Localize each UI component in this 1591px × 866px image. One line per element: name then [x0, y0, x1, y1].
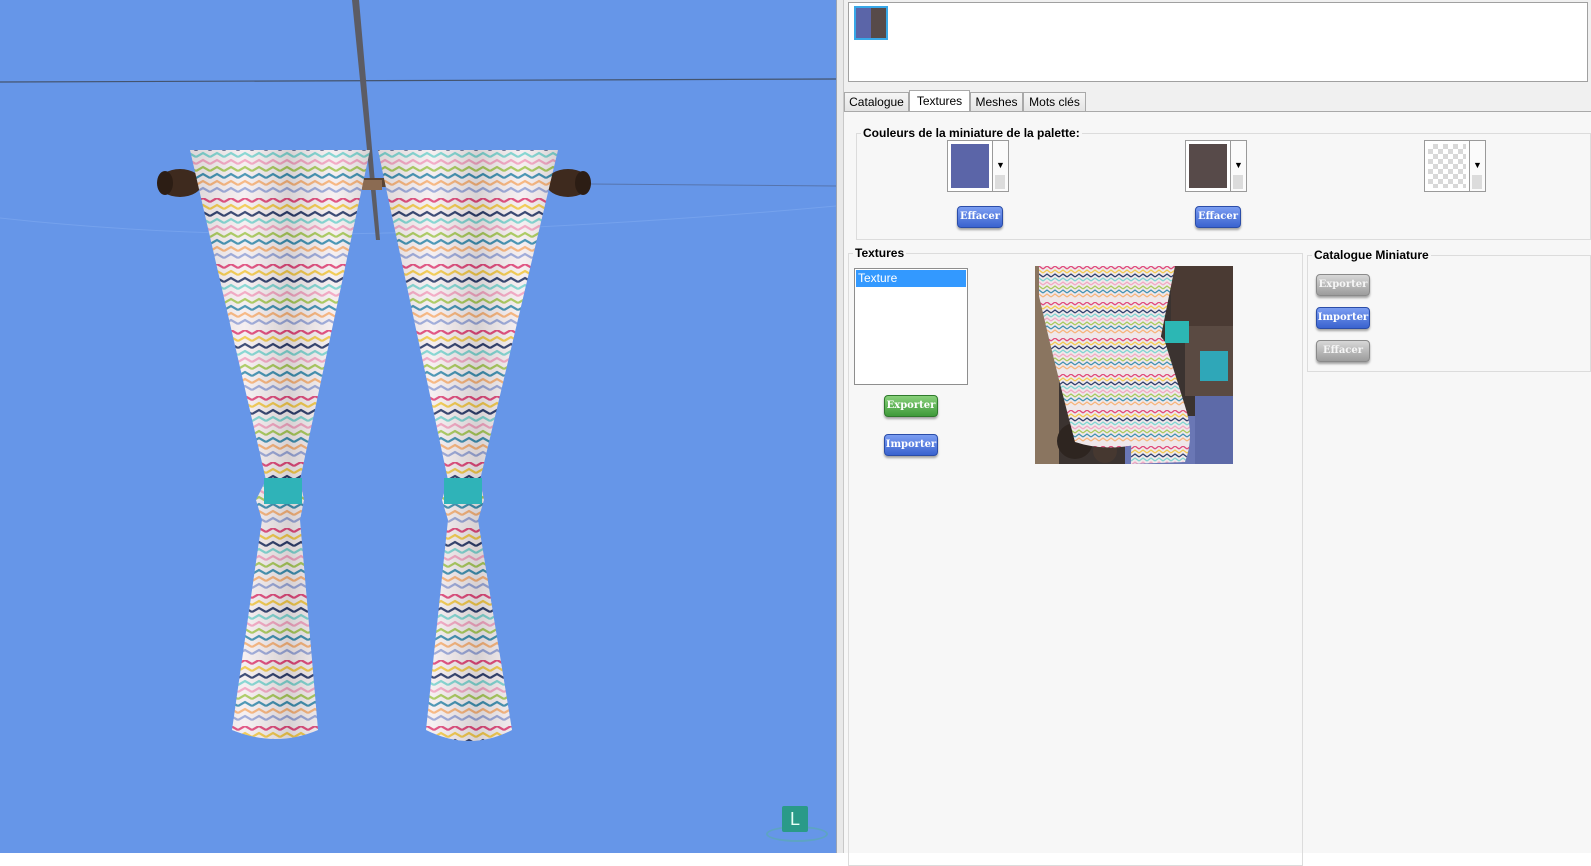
- swatch-color-2: [871, 8, 886, 38]
- textures-list[interactable]: Texture: [854, 268, 968, 385]
- catalogue-clear-button[interactable]: Effacer: [1316, 340, 1370, 362]
- catalogue-thumbnail-legend: Catalogue Miniature: [1314, 248, 1429, 262]
- tab-textures[interactable]: Textures: [909, 90, 970, 113]
- texture-preview-image: [1035, 266, 1233, 464]
- right-curtain: [378, 150, 558, 741]
- palette-color-2-clear-button[interactable]: Effacer: [1195, 206, 1241, 228]
- textures-legend: Textures: [855, 246, 905, 260]
- swatch-color-1: [856, 8, 871, 38]
- palette-color-1-swatch[interactable]: [947, 140, 993, 192]
- swatch-thumbnail[interactable]: [854, 6, 888, 40]
- lighting-mode-icon[interactable]: L: [782, 806, 808, 832]
- tab-catalogue[interactable]: Catalogue: [844, 92, 909, 112]
- 3d-viewport[interactable]: L: [0, 0, 836, 853]
- chevron-down-icon[interactable]: ▼: [1470, 140, 1486, 192]
- palette-color-3-swatch[interactable]: [1424, 140, 1470, 192]
- curtain-3d-model: [0, 0, 836, 741]
- tab-meshes[interactable]: Meshes: [970, 92, 1023, 112]
- left-curtain: [190, 150, 370, 739]
- tab-keywords[interactable]: Mots clés: [1023, 92, 1086, 112]
- swatch-strip: [848, 2, 1588, 82]
- chevron-down-icon[interactable]: ▼: [1231, 140, 1247, 192]
- palette-color-2[interactable]: ▼: [1185, 140, 1247, 192]
- palette-color-2-swatch[interactable]: [1185, 140, 1231, 192]
- catalogue-export-button[interactable]: Exporter: [1316, 274, 1370, 296]
- textures-export-button[interactable]: Exporter: [884, 395, 938, 417]
- palette-color-1-clear-button[interactable]: Effacer: [957, 206, 1003, 228]
- properties-panel: Catalogue Textures Meshes Mots clés Coul…: [844, 0, 1591, 866]
- list-item[interactable]: Texture: [856, 270, 966, 287]
- catalogue-import-button[interactable]: Importer: [1316, 307, 1370, 329]
- chevron-down-icon[interactable]: ▼: [993, 140, 1009, 192]
- palette-color-3[interactable]: ▼: [1424, 140, 1486, 192]
- textures-import-button[interactable]: Importer: [884, 434, 938, 456]
- palette-colors-legend: Couleurs de la miniature de la palette:: [863, 126, 1080, 140]
- textures-tab-content: Couleurs de la miniature de la palette: …: [844, 112, 1591, 866]
- panel-splitter[interactable]: [836, 0, 844, 853]
- palette-color-1[interactable]: ▼: [947, 140, 1009, 192]
